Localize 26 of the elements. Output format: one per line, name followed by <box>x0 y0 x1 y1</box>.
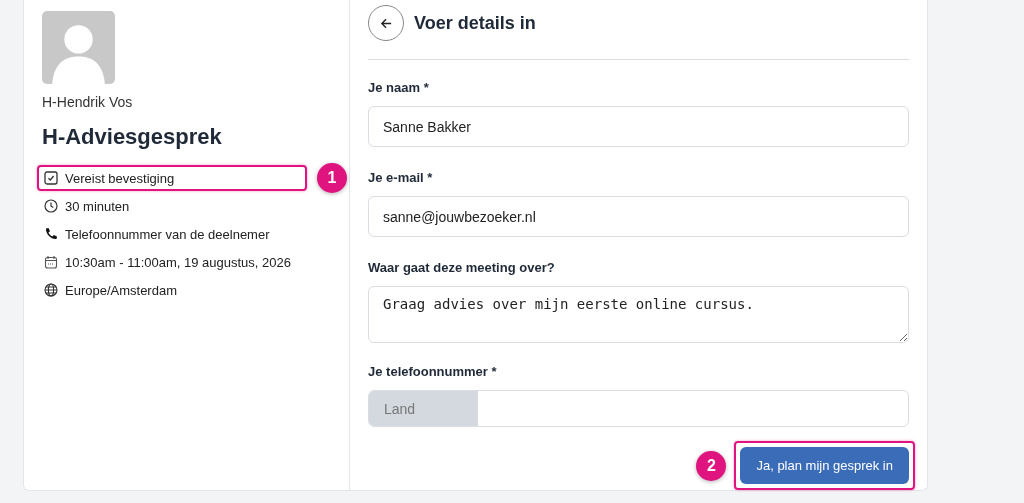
form-title: Voer details in <box>414 12 536 34</box>
checkbox-icon <box>44 171 58 185</box>
avatar-icon <box>42 11 115 84</box>
input-field[interactable]: Sanne Bakker <box>368 106 909 147</box>
detail-text: 10:30am - 11:00am, 19 augustus, 2026 <box>65 254 291 270</box>
text-area[interactable]: Graag advies over mijn eerste online cursus. <box>368 286 909 343</box>
field-label: Je telefoonnummer * <box>368 364 498 379</box>
detail-text: Telefoonnummer van de deelnemer <box>65 226 270 242</box>
detail-text: 30 minuten <box>65 198 130 214</box>
callout-badge: 2 <box>696 450 727 481</box>
clock-icon <box>44 199 58 213</box>
phone-icon <box>44 227 58 241</box>
back-arrow-icon <box>379 16 393 30</box>
detail-text: Vereist bevestiging <box>65 170 175 186</box>
input-field[interactable]: sanne@jouwbezoeker.nl <box>368 196 909 237</box>
submit-button[interactable]: Ja, plan mijn gesprek in <box>740 447 909 484</box>
field-label: Waar gaat deze meeting over? <box>368 260 556 275</box>
field-label: Je e-mail * <box>368 170 434 185</box>
detail-text: Europe/Amsterdam <box>65 282 177 298</box>
callout-badge: 1 <box>317 163 347 193</box>
event-title: H-Adviesgesprek <box>42 124 223 150</box>
calendar-icon <box>44 255 58 269</box>
globe-icon <box>44 283 58 297</box>
back-button[interactable] <box>368 5 404 41</box>
host-name: H-Hendrik Vos <box>42 94 134 110</box>
field-label: Je naam * <box>368 80 430 95</box>
